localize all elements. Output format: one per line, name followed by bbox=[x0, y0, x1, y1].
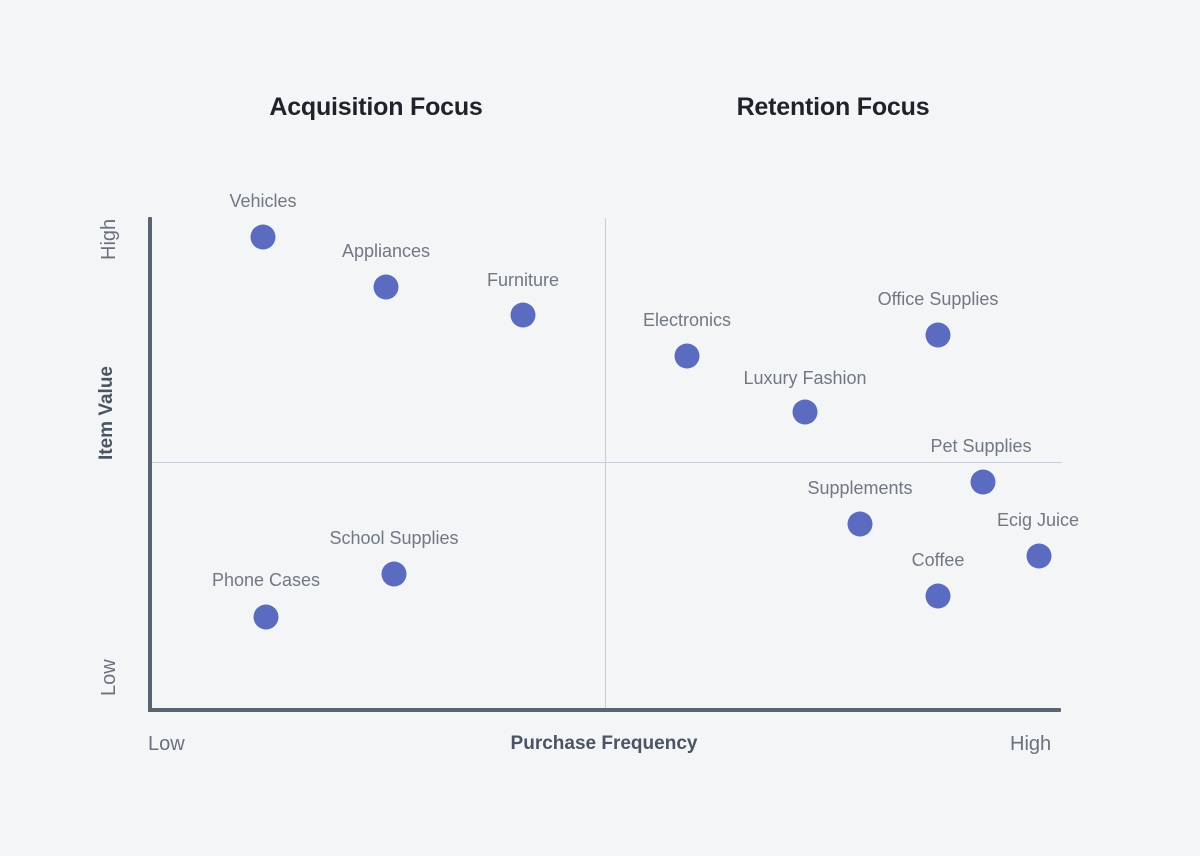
data-point[interactable] bbox=[970, 469, 996, 495]
x-axis-line bbox=[148, 708, 1061, 712]
data-point[interactable] bbox=[674, 343, 700, 369]
quadrant-title-retention: Retention Focus bbox=[736, 93, 930, 121]
data-point-label: Supplements bbox=[807, 478, 913, 498]
data-point-label: School Supplies bbox=[329, 528, 459, 548]
x-axis-label-high: High bbox=[1010, 733, 1052, 755]
quadrant-divider-horizontal bbox=[149, 462, 1062, 463]
data-point[interactable] bbox=[381, 561, 407, 587]
y-axis-label-high: High bbox=[98, 218, 120, 260]
data-point-label: Vehicles bbox=[229, 191, 297, 211]
data-point-label: Appliances bbox=[341, 241, 431, 261]
data-point[interactable] bbox=[847, 511, 873, 537]
data-point[interactable] bbox=[925, 583, 951, 609]
data-point-label: Furniture bbox=[486, 270, 560, 290]
data-point-label: Electronics bbox=[642, 310, 732, 330]
quadrant-title-acquisition: Acquisition Focus bbox=[269, 93, 483, 121]
data-point-label: Ecig Juice bbox=[996, 510, 1080, 530]
x-axis-title: Purchase Frequency bbox=[510, 733, 698, 754]
data-point-label: Coffee bbox=[911, 550, 965, 570]
data-point[interactable] bbox=[792, 399, 818, 425]
data-point-label: Luxury Fashion bbox=[743, 368, 867, 388]
data-point[interactable] bbox=[250, 224, 276, 250]
data-point[interactable] bbox=[925, 322, 951, 348]
data-point[interactable] bbox=[510, 302, 536, 328]
data-point[interactable] bbox=[253, 604, 279, 630]
y-axis-label-low: Low bbox=[98, 659, 120, 696]
data-point-label: Pet Supplies bbox=[930, 436, 1032, 456]
y-axis-line bbox=[148, 217, 152, 712]
quadrant-chart: Acquisition Focus Retention Focus High L… bbox=[0, 0, 1200, 856]
data-point[interactable] bbox=[373, 274, 399, 300]
data-point-label: Phone Cases bbox=[211, 570, 321, 590]
y-axis-title: Item Value bbox=[96, 366, 117, 460]
x-axis-label-low: Low bbox=[148, 733, 185, 755]
data-point[interactable] bbox=[1026, 543, 1052, 569]
data-point-label: Office Supplies bbox=[877, 289, 999, 309]
quadrant-divider-vertical bbox=[605, 218, 606, 710]
